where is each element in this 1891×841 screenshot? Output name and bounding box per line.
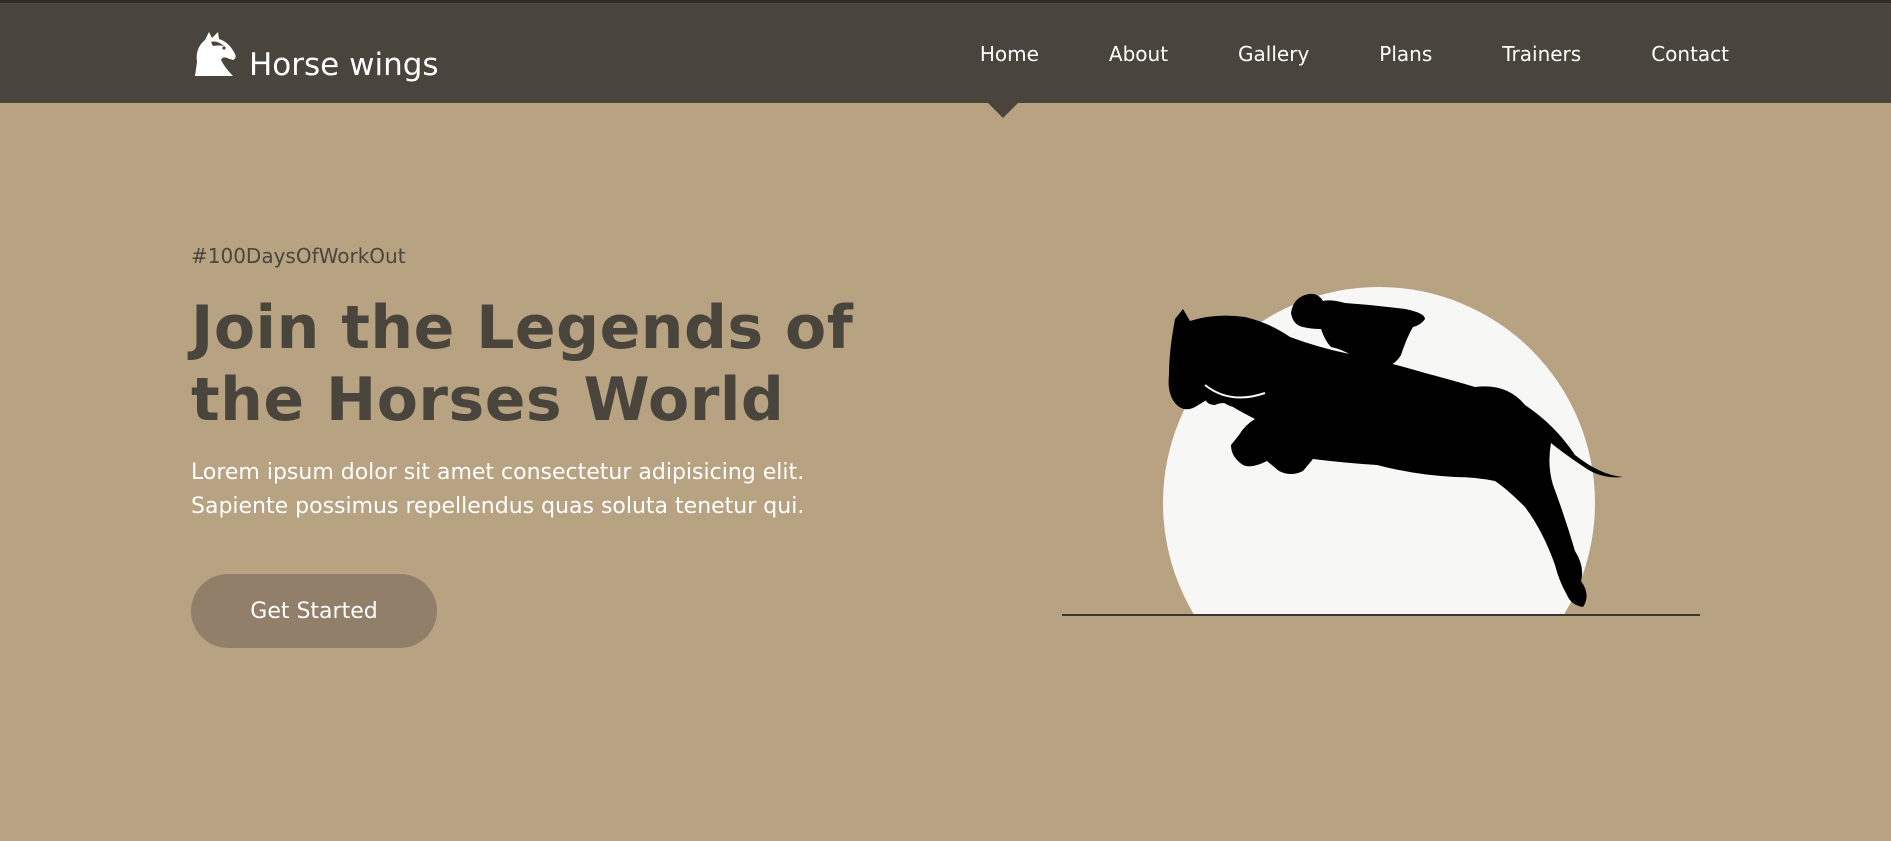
nav-plans[interactable]: Plans [1379,42,1432,66]
horse-head-icon [195,32,236,76]
navbar: Horse wings Home About Gallery Plans Tra… [0,3,1891,103]
nav-about[interactable]: About [1109,42,1168,66]
nav-gallery[interactable]: Gallery [1238,42,1309,66]
hero-title: Join the Legends of the Horses World [191,292,871,436]
hero-hashtag: #100DaysOfWorkOut [191,244,406,268]
hero-description-line2: Sapiente possimus repellendus quas solut… [191,494,805,519]
nav-contact[interactable]: Contact [1651,42,1729,66]
hero-title-line1: Join the Legends of [191,293,854,363]
hero-description: Lorem ipsum dolor sit amet consectetur a… [191,456,831,524]
get-started-button[interactable]: Get Started [191,574,437,648]
hero-description-line1: Lorem ipsum dolor sit amet consectetur a… [191,460,805,485]
main-nav: Home About Gallery Plans Trainers Contac… [980,42,1729,66]
hero-title-line2: the Horses World [191,365,785,435]
horse-rider-jumping-icon [1062,287,1700,616]
nav-trainers[interactable]: Trainers [1502,42,1581,66]
brand-name: Horse wings [249,47,439,83]
active-nav-indicator [988,103,1018,118]
brand[interactable]: Horse wings [191,27,439,83]
nav-home[interactable]: Home [980,42,1039,66]
